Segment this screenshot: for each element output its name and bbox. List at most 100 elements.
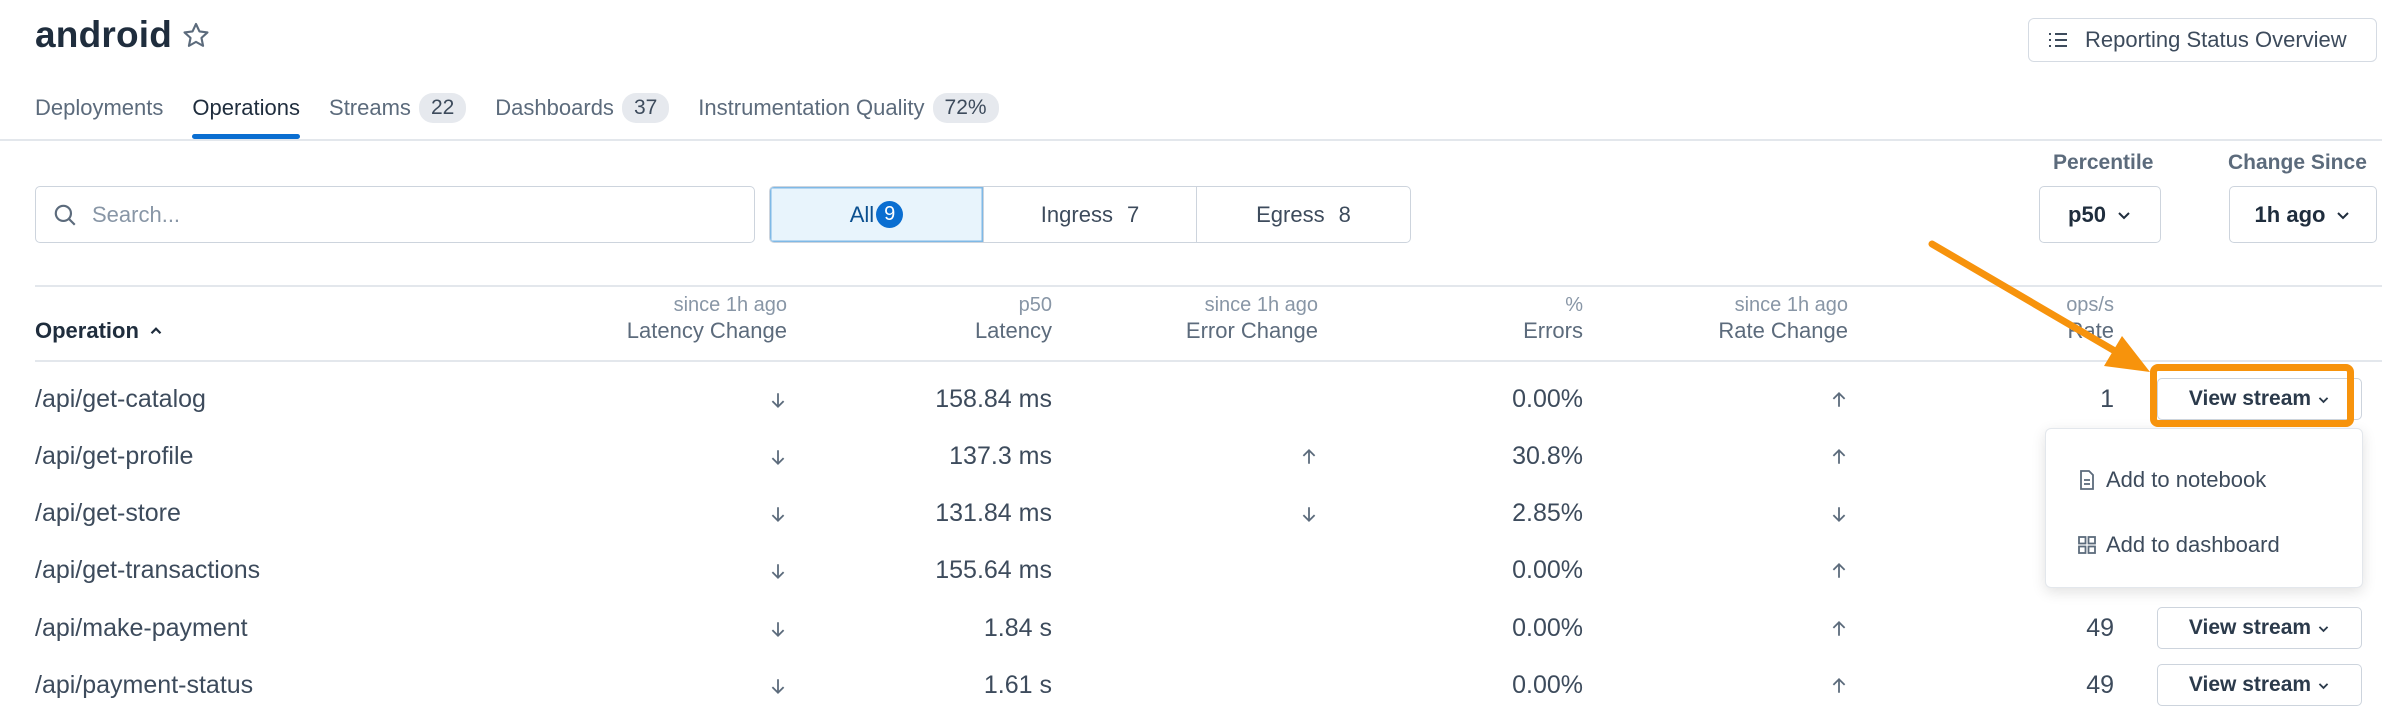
error-change-cell: [1278, 371, 1318, 428]
tab-label: Streams: [329, 95, 411, 120]
menu-item-label: Add to dashboard: [2106, 532, 2280, 557]
errors-value: 0.00%: [1512, 556, 1583, 584]
tab-label: Deployments: [35, 95, 164, 120]
star-icon[interactable]: [180, 20, 212, 52]
tab-dashboards[interactable]: Dashboards 37: [495, 90, 670, 126]
errors-value: 0.00%: [1512, 385, 1583, 413]
search-input[interactable]: [92, 201, 692, 228]
document-icon: [2080, 470, 2094, 490]
reporting-status-button[interactable]: Reporting Status Overview: [2028, 18, 2377, 62]
column-header-errors[interactable]: Errors: [1523, 318, 1583, 344]
rate-change-cell: [1808, 657, 1848, 714]
operation-name[interactable]: /api/payment-status: [35, 657, 253, 714]
latency-value: 137.3 ms: [949, 442, 1052, 470]
operation-name[interactable]: /api/get-store: [35, 485, 181, 542]
segment-count: 7: [1126, 201, 1140, 227]
tab-count-badge: 37: [621, 93, 670, 123]
errors-value: 30.8%: [1512, 442, 1583, 470]
segment-all[interactable]: All 9: [770, 187, 984, 242]
arrow-up-icon: [1832, 448, 1846, 464]
column-header-latency-change[interactable]: Latency Change: [627, 318, 787, 344]
operation-name[interactable]: /api/get-profile: [35, 428, 193, 485]
arrow-down-icon: [1832, 506, 1846, 522]
view-stream-button[interactable]: View stream: [2157, 664, 2362, 706]
latency-change-cell: [747, 542, 787, 599]
table-row[interactable]: /api/make-payment 1.84 s 0.00% 49 View strea…: [0, 600, 2382, 657]
segment-label: Egress: [1256, 201, 1325, 227]
chevron-down-icon: [2318, 682, 2329, 689]
chevron-down-icon: [2118, 211, 2130, 219]
rate-value: 1: [2100, 385, 2114, 413]
tab-label: Operations: [192, 95, 301, 120]
errors-sub: %: [1565, 294, 1583, 316]
tab-label: Instrumentation Quality: [698, 95, 925, 120]
chevron-down-icon: [2337, 211, 2350, 219]
menu-item-label: Add to notebook: [2106, 467, 2267, 492]
percentile-label: Percentile: [2053, 151, 2154, 174]
latency-value: 1.84 s: [983, 614, 1052, 642]
menu-item-add-to-dashboard[interactable]: Add to dashboard: [2078, 532, 2280, 558]
list-icon: [2049, 33, 2067, 47]
latency-change-cell: [747, 485, 787, 542]
latency-change-cell: [747, 428, 787, 485]
tab-bar: Deployments Operations Streams 22 Dashboa…: [35, 90, 1028, 140]
change-since-value: 1h ago: [2254, 201, 2326, 227]
arrow-down-icon: [771, 621, 785, 637]
arrow-down-icon: [771, 392, 785, 408]
rate-change-cell: [1808, 428, 1848, 485]
view-stream-button[interactable]: View stream: [2157, 607, 2362, 649]
column-header-rate[interactable]: Rate: [2068, 318, 2114, 344]
arrow-down-icon: [771, 506, 785, 522]
tab-instrumentation-quality[interactable]: Instrumentation Quality 72%: [698, 90, 999, 126]
operation-name[interactable]: /api/get-catalog: [35, 371, 206, 428]
section-divider: [35, 285, 2382, 287]
column-header-label: Operation: [35, 318, 139, 343]
column-header-rate-change[interactable]: Rate Change: [1718, 318, 1848, 344]
column-header-latency[interactable]: Latency: [975, 318, 1052, 344]
segment-label: All: [849, 201, 875, 227]
rate-value: 49: [2086, 614, 2114, 642]
latency-sub: p50: [1018, 294, 1052, 316]
errors-value: 2.85%: [1512, 499, 1583, 527]
tab-streams[interactable]: Streams 22: [329, 90, 467, 126]
search-box[interactable]: [35, 186, 755, 243]
latency-change-sub: since 1h ago: [673, 294, 787, 316]
table-row[interactable]: /api/get-transactions 155.64 ms 0.00%: [0, 542, 2382, 599]
rate-sub: ops/s: [2066, 294, 2114, 316]
segment-ingress[interactable]: Ingress 7: [984, 187, 1197, 242]
column-header-error-change[interactable]: Error Change: [1186, 318, 1318, 344]
latency-value: 158.84 ms: [935, 385, 1052, 413]
menu-item-add-to-notebook[interactable]: Add to notebook: [2078, 467, 2266, 493]
latency-change-cell: [747, 371, 787, 428]
operation-name[interactable]: /api/get-transactions: [35, 542, 260, 599]
tab-deployments[interactable]: Deployments: [35, 90, 163, 126]
table-row[interactable]: /api/get-profile 137.3 ms 30.8%: [0, 428, 2382, 485]
error-change-cell: [1278, 657, 1318, 714]
percentile-select[interactable]: p50: [2039, 186, 2161, 243]
errors-value: 0.00%: [1512, 614, 1583, 642]
change-since-select[interactable]: 1h ago: [2229, 186, 2377, 243]
header-divider: [35, 360, 2382, 362]
errors-value: 0.00%: [1512, 671, 1583, 699]
latency-value: 131.84 ms: [935, 499, 1052, 527]
column-header-operation[interactable]: Operation: [35, 318, 165, 344]
direction-filter: All 9 Ingress 7 Egress 8: [769, 186, 1411, 243]
error-change-cell: [1278, 542, 1318, 599]
search-icon: [54, 204, 76, 226]
page-title: android: [35, 14, 173, 55]
view-stream-label: View stream: [2188, 616, 2312, 639]
operation-name[interactable]: /api/make-payment: [35, 600, 248, 657]
view-stream-menu: Add to notebook Add to dashboard: [2045, 428, 2363, 588]
latency-change-cell: [747, 600, 787, 657]
tab-count-badge: 22: [418, 93, 467, 123]
table-row[interactable]: /api/get-store 131.84 ms 2.85%: [0, 485, 2382, 542]
arrow-down-icon: [771, 563, 785, 579]
rate-change-sub: since 1h ago: [1734, 294, 1848, 316]
tab-operations[interactable]: Operations: [192, 90, 301, 139]
segment-egress[interactable]: Egress 8: [1197, 187, 1410, 242]
table-row[interactable]: /api/get-catalog 158.84 ms 0.00% 1 View stre…: [0, 371, 2382, 428]
arrow-up-icon: [1832, 562, 1846, 578]
change-since-label: Change Since: [2228, 151, 2367, 174]
rate-change-cell: [1808, 485, 1848, 542]
table-row[interactable]: /api/payment-status 1.61 s 0.00% 49 View str…: [0, 657, 2382, 714]
